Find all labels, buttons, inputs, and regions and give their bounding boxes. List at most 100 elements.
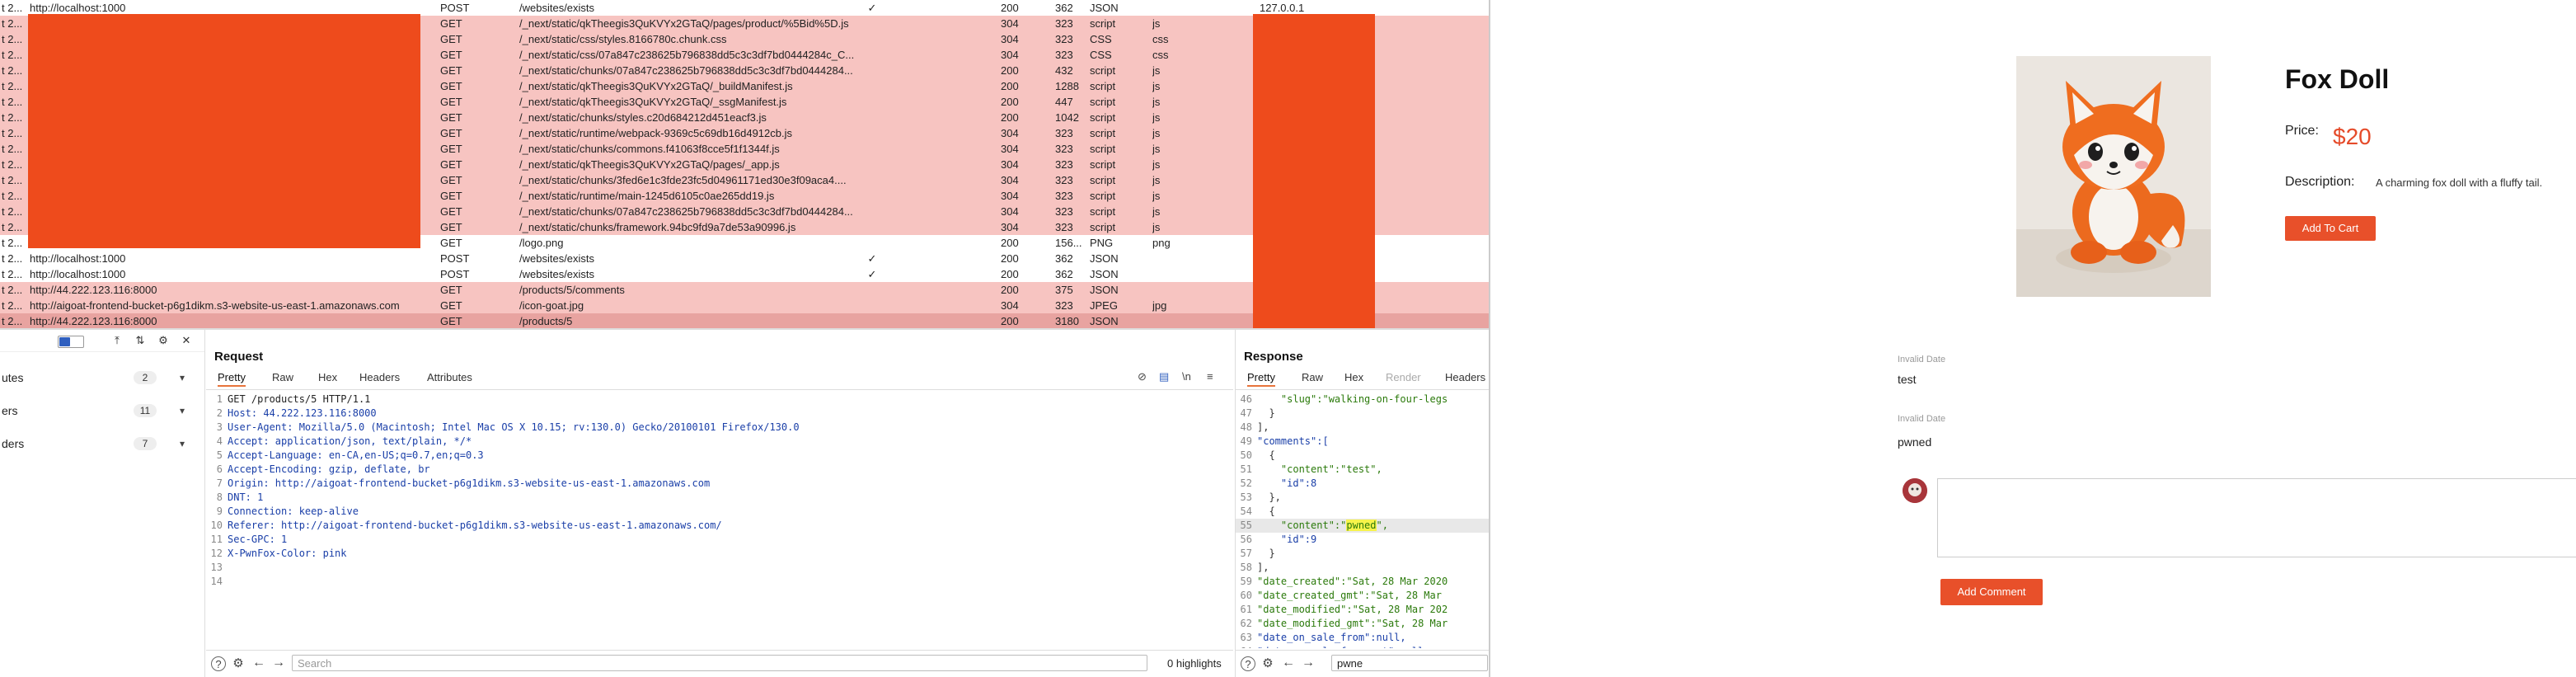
tab-pretty[interactable]: Pretty: [1247, 371, 1275, 387]
row-id: t 2...: [2, 33, 23, 45]
response-search-input[interactable]: pwne: [1331, 655, 1488, 671]
tab-render[interactable]: Render: [1386, 371, 1421, 383]
row-host: http://44.222.123.116:8000: [30, 315, 157, 327]
comment-textarea[interactable]: [1937, 478, 2576, 557]
response-panel: Response Pretty Raw Hex Render Headers 4…: [1235, 330, 1489, 677]
row-url: /_next/static/runtime/main-1245d6105c0ae…: [519, 190, 775, 202]
response-line: "date_on_sale_from":null,: [1257, 632, 1406, 643]
row-url: /_next/static/qkTheegis3QuKVYx2GTaQ/page…: [519, 17, 849, 30]
row-status: 200: [1001, 237, 1019, 249]
prev-match-icon[interactable]: ←: [252, 656, 265, 670]
line-number: 8: [216, 491, 223, 503]
line-number: 57: [1240, 548, 1252, 559]
layout-toggle[interactable]: [58, 336, 84, 348]
split-icon[interactable]: ⇅: [134, 335, 147, 346]
response-line: {: [1257, 505, 1275, 517]
row-extension: js: [1152, 205, 1161, 218]
row-status: 200: [1001, 2, 1019, 14]
shop-page: Fox Doll Price: $20 Description: A charm…: [1489, 0, 2576, 677]
request-title: Request: [214, 350, 264, 364]
menu-icon[interactable]: ≡: [1207, 370, 1213, 383]
add-comment-button[interactable]: Add Comment: [1940, 579, 2043, 605]
row-id: t 2...: [2, 2, 23, 14]
row-id: t 2...: [2, 49, 23, 61]
row-method: GET: [440, 80, 462, 92]
align-icon[interactable]: ⤒: [110, 335, 124, 346]
row-host: http://localhost:1000: [30, 268, 126, 280]
line-number: 47: [1240, 407, 1252, 419]
row-extension: css: [1152, 49, 1169, 61]
hide-icon[interactable]: ⊘: [1138, 370, 1147, 383]
row-extension: js: [1152, 221, 1161, 233]
line-number: 55: [1240, 520, 1252, 531]
row-method: GET: [440, 111, 462, 124]
response-line: ],: [1257, 421, 1269, 433]
row-url: /_next/static/chunks/3fed6e1c3fde23fc5d0…: [519, 174, 847, 186]
gear-icon[interactable]: ⚙: [157, 335, 170, 346]
request-search-input[interactable]: Search: [292, 655, 1147, 671]
response-line: "content":"test",: [1257, 463, 1382, 475]
row-method: GET: [440, 49, 462, 61]
comment-date: Invalid Date: [1898, 355, 1946, 364]
line-number: 12: [210, 548, 223, 559]
tab-headers[interactable]: Headers: [359, 371, 400, 383]
request-line: Accept: application/json, text/plain, */…: [228, 435, 472, 447]
next-match-icon[interactable]: →: [1302, 656, 1315, 670]
row-method: GET: [440, 17, 462, 30]
row-status: 304: [1001, 49, 1019, 61]
row-mime: script: [1090, 64, 1116, 77]
tab-hex[interactable]: Hex: [1344, 371, 1363, 383]
row-method: GET: [440, 96, 462, 108]
row-extension: js: [1152, 80, 1161, 92]
inspector-row-headers[interactable]: ers 11 ▾: [0, 396, 204, 425]
help-icon[interactable]: ?: [211, 656, 226, 671]
row-method: GET: [440, 299, 462, 312]
row-status: 304: [1001, 17, 1019, 30]
line-number: 51: [1240, 463, 1252, 475]
line-number: 63: [1240, 632, 1252, 643]
line-number: 64: [1236, 645, 1252, 648]
row-method: GET: [440, 143, 462, 155]
response-editor[interactable]: 46 "slug":"walking-on-four-legs 47 } 48], 4…: [1236, 393, 1489, 648]
row-id: t 2...: [2, 96, 23, 108]
tab-headers[interactable]: Headers: [1445, 371, 1485, 383]
line-number: 61: [1240, 604, 1252, 615]
tab-attributes[interactable]: Attributes: [427, 371, 472, 383]
tab-raw[interactable]: Raw: [272, 371, 293, 383]
close-icon[interactable]: ✕: [180, 335, 193, 346]
request-line: Referer: http://aigoat-frontend-bucket-p…: [228, 520, 722, 531]
request-line: User-Agent: Mozilla/5.0 (Macintosh; Inte…: [228, 421, 800, 433]
wrap-icon[interactable]: ▤: [1159, 370, 1169, 383]
tab-raw[interactable]: Raw: [1302, 371, 1323, 383]
row-mime: JSON: [1090, 268, 1119, 280]
tab-hex[interactable]: Hex: [318, 371, 337, 383]
request-editor[interactable]: 1 GET /products/5 HTTP/1.1 2 Host: 44.222.1…: [206, 393, 1233, 648]
row-extension: js: [1152, 158, 1161, 171]
row-method: GET: [440, 174, 462, 186]
row-method: POST: [440, 2, 470, 14]
add-to-cart-button[interactable]: Add To Cart: [2285, 216, 2376, 241]
tab-pretty[interactable]: Pretty: [218, 371, 246, 387]
request-line: Sec-GPC: 1: [228, 534, 288, 545]
comment-date: Invalid Date: [1898, 414, 1946, 424]
line-number: 2: [216, 407, 223, 419]
row-extension: js: [1152, 64, 1161, 77]
row-status: 200: [1001, 80, 1019, 92]
request-line: GET /products/5 HTTP/1.1: [228, 393, 371, 405]
settings-icon[interactable]: ⚙: [231, 656, 246, 671]
row-status: 304: [1001, 221, 1019, 233]
response-line: "id":9: [1257, 534, 1317, 545]
help-icon[interactable]: ?: [1241, 656, 1255, 671]
inspector-row-response-headers[interactable]: ders 7 ▾: [0, 429, 204, 458]
next-match-icon[interactable]: →: [272, 656, 285, 670]
row-id: t 2...: [2, 127, 23, 139]
inspector-row-attributes[interactable]: utes 2 ▾: [0, 363, 204, 393]
settings-icon[interactable]: ⚙: [1260, 656, 1275, 671]
prev-match-icon[interactable]: ←: [1282, 656, 1295, 670]
line-number: 48: [1240, 421, 1252, 433]
newline-toggle[interactable]: \n: [1182, 370, 1191, 383]
response-line: },: [1257, 491, 1281, 503]
row-id: t 2...: [2, 80, 23, 92]
row-mime: JSON: [1090, 284, 1119, 296]
line-number: 7: [216, 477, 223, 489]
